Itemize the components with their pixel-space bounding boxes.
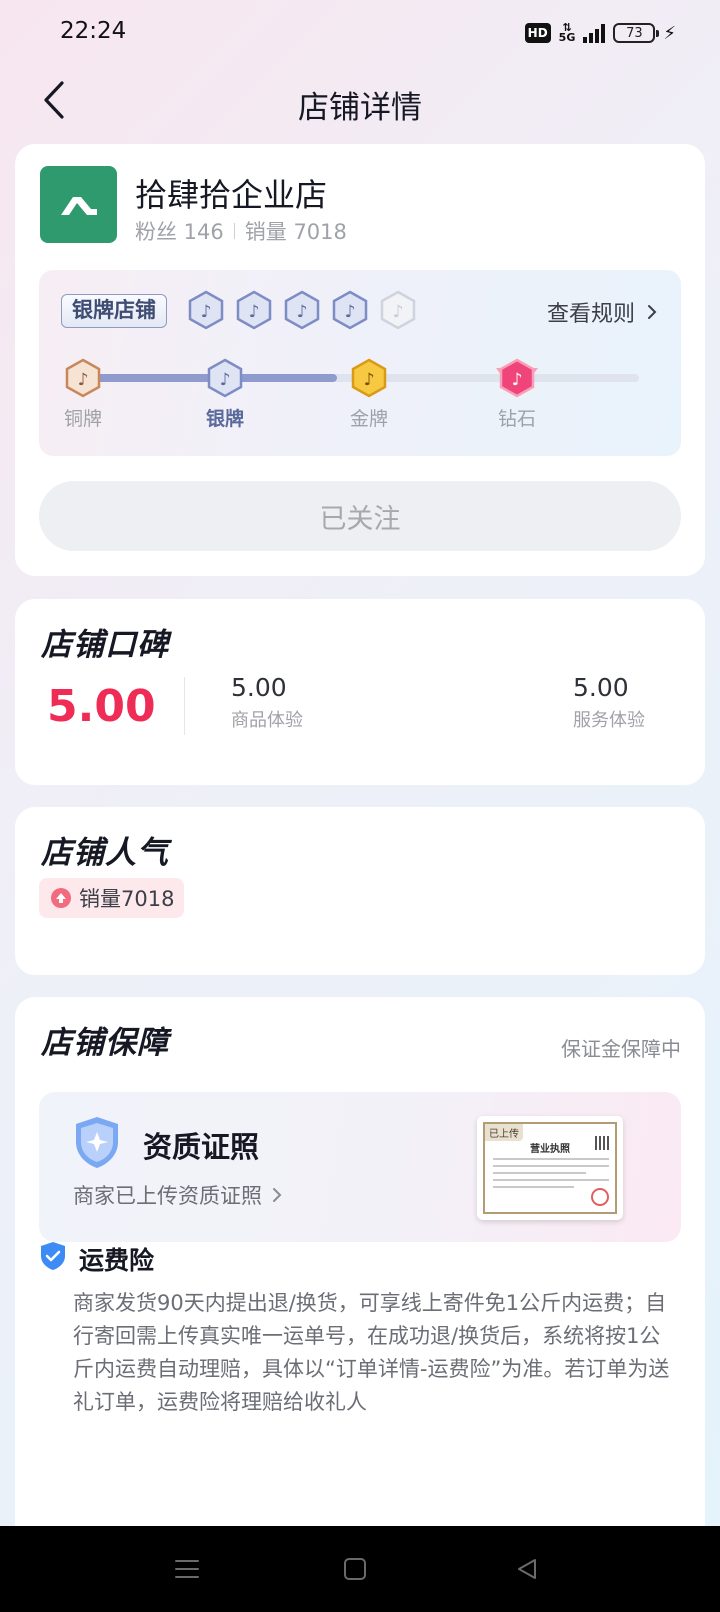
network-type-icon: ⇅ 5G [558,21,576,44]
insurance-description: 商家发货90天内提出退/换货，可享线上寄件免1公斤内运费；自行寄回需上传真实唯一… [73,1291,670,1414]
score-divider [184,677,185,735]
svg-text:♪: ♪ [220,370,231,390]
silver-badge-icon: ♪ [188,290,224,330]
goods-score-value: 5.00 [231,673,287,702]
shield-icon [76,1117,118,1168]
store-name: 拾肆拾企业店 [135,176,328,214]
section-title-text: 店铺口碑 [41,627,169,663]
business-license-thumbnail[interactable]: 已上传 营业执照 [477,1116,623,1220]
page-title: 店铺详情 [298,90,422,126]
triangle-back-icon [518,1559,536,1579]
section-title: 店铺口碑 [41,619,171,670]
store-card: 拾肆拾企业店 粉丝 146 销量 7018 银牌店铺 ♪ ♪ ♪ ♪ ♪ 查看规… [15,144,705,576]
system-nav-bar [0,1526,720,1612]
nav-bar: 店铺详情 [0,70,720,136]
certificate-subtitle: 商家已上传资质证照 [73,1184,262,1208]
view-rules-label: 查看规则 [546,302,635,327]
status-bar: 22:24 HD ⇅ 5G 73 ⚡ [0,0,720,64]
svg-text:♪: ♪ [364,370,375,390]
tier-label: 金牌 [349,408,388,430]
store-stats: 粉丝 146 销量 7018 [135,216,347,246]
qr-code-icon [595,1136,609,1150]
network-type-label: 5G [558,31,576,44]
chevron-right-icon [648,305,657,319]
goods-score-label: 商品体验 [231,710,303,731]
section-title: 店铺人气 [41,827,171,878]
service-score: 5.00 服务体验 [573,673,645,732]
tier-diamond: ♪ 钻石 [477,358,557,431]
shield-check-icon [41,1242,65,1270]
popularity-card: 店铺人气 销量7018 [15,807,705,975]
service-score-value: 5.00 [573,673,629,702]
hd-icon: HD [524,23,551,43]
level-tag: 银牌店铺 [61,294,167,328]
follow-button[interactable]: 已关注 [39,481,681,551]
insurance-title: 运费险 [79,1246,155,1275]
home-button[interactable] [338,1554,372,1584]
store-logo-icon [60,196,97,215]
battery-icon: 73 [613,23,660,43]
svg-text:♪: ♪ [78,370,89,390]
svg-text:♪: ♪ [512,370,523,390]
service-score-label: 服务体验 [573,710,645,731]
svg-text:♪: ♪ [201,302,212,322]
license-frame: 已上传 营业执照 [483,1122,617,1214]
certificate-title: 资质证照 [143,1130,260,1164]
bronze-badge-icon: ♪ [65,358,101,398]
tier-gold: ♪ 金牌 [329,358,409,431]
section-title-text: 店铺保障 [41,1025,169,1061]
tier-label: 钻石 [497,408,536,430]
tier-label: 银牌 [205,408,244,430]
view-rules-link[interactable]: 查看规则 [547,296,657,328]
level-icons: ♪ ♪ ♪ ♪ ♪ [187,290,417,330]
silver-badge-icon: ♪ [284,290,320,330]
rating-card: 店铺口碑 5.00 5.00 商品体验 5.00 服务体验 [15,599,705,785]
silver-badge-icon: ♪ [236,290,272,330]
status-time: 22:24 [60,18,127,44]
svg-text:♪: ♪ [393,302,404,322]
sales-chip: 销量7018 [39,878,185,918]
tier-bronze: ♪ 铜牌 [43,358,123,431]
section-title: 店铺保障 [41,1017,171,1068]
svg-text:♪: ♪ [297,302,308,322]
status-icons: HD ⇅ 5G 73 ⚡ [524,20,676,46]
section-title-text: 店铺人气 [41,835,169,871]
signal-icon [583,23,606,43]
arrow-up-icon [51,888,71,908]
gold-badge-icon: ♪ [351,358,387,398]
overall-score: 5.00 [47,681,156,732]
goods-score: 5.00 商品体验 [231,673,303,732]
store-fans: 粉丝 146 [135,220,224,244]
silver-badge-empty-icon: ♪ [380,290,416,330]
store-sales: 销量 7018 [244,220,347,244]
menu-icon [175,1560,199,1578]
tier-label: 铜牌 [63,408,102,430]
guarantee-card: 店铺保障 保证金保障中 资质证照 商家已上传资质证照 已上传 营业执照 运费险 … [15,997,705,1527]
uploaded-tag: 已上传 [485,1124,523,1141]
stats-divider [233,223,235,239]
sales-chip-label: 销量7018 [79,887,175,911]
store-logo [40,166,117,243]
svg-text:♪: ♪ [249,302,260,322]
battery-level: 73 [626,25,643,41]
guarantee-status: 保证金保障中 [561,1037,681,1061]
system-back-button[interactable] [510,1554,544,1584]
certificate-link[interactable]: 商家已上传资质证照 [73,1180,282,1210]
svg-text:♪: ♪ [345,302,356,322]
home-square-icon [344,1558,366,1580]
chevron-right-icon [273,1188,282,1202]
store-level-panel: 银牌店铺 ♪ ♪ ♪ ♪ ♪ 查看规则 ♪ 铜牌 ♪ 银牌 ♪ 金牌 ♪ 钻石 [39,270,681,456]
seal-icon [591,1188,609,1206]
menu-button[interactable] [170,1554,204,1584]
silver-badge-icon: ♪ [207,358,243,398]
license-text-lines [493,1158,609,1193]
silver-badge-icon: ♪ [332,290,368,330]
tier-silver: ♪ 银牌 [185,358,265,431]
diamond-badge-icon: ♪ [496,358,538,398]
charging-icon: ⚡ [663,22,676,44]
certificate-panel[interactable]: 资质证照 商家已上传资质证照 已上传 营业执照 [39,1092,681,1242]
